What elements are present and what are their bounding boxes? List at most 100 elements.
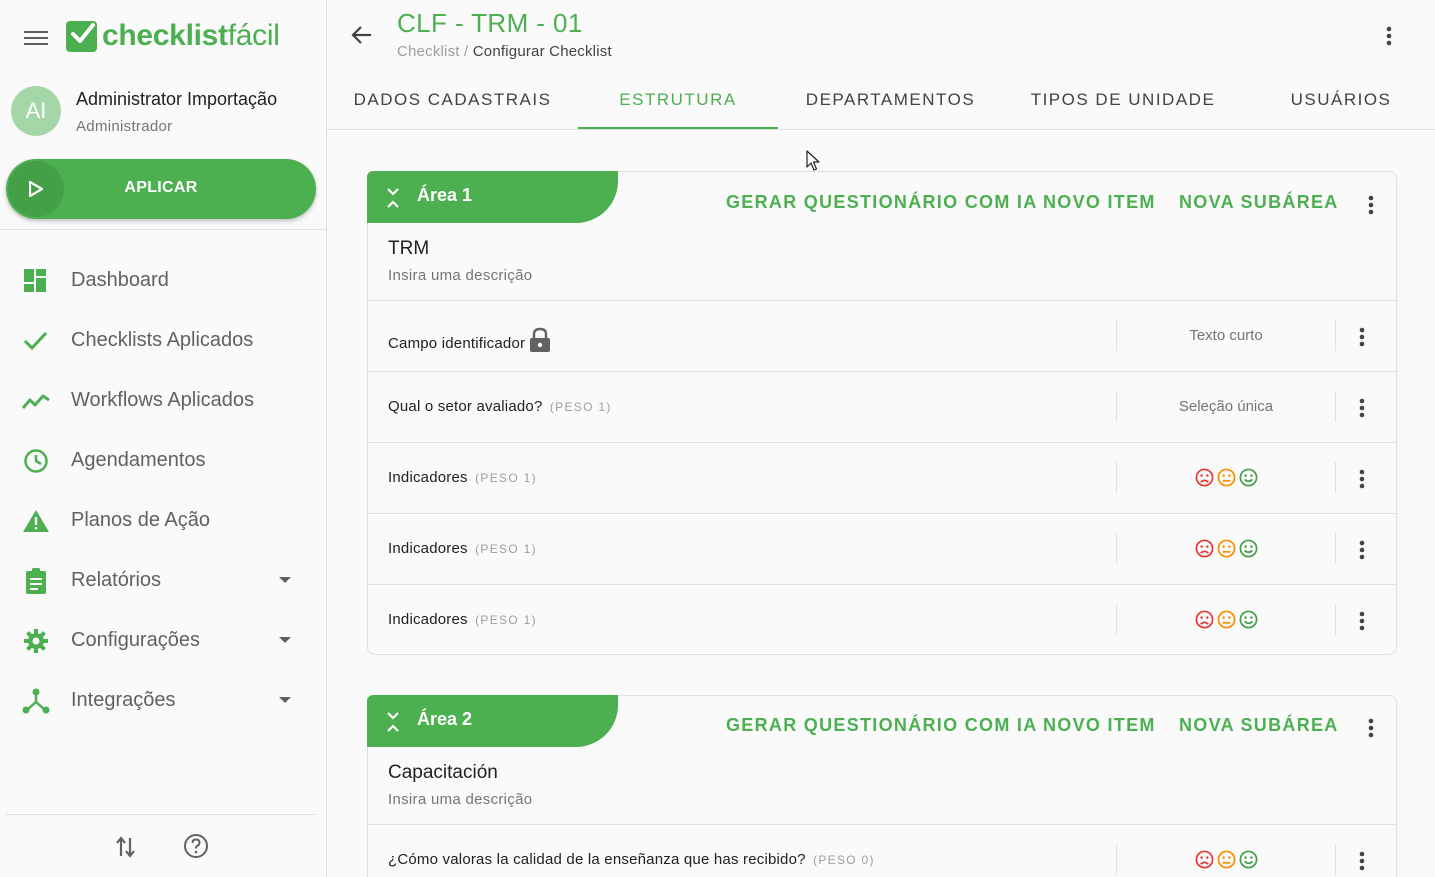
divider (6, 814, 316, 815)
sidebar-item-label: Relatórios (71, 569, 162, 591)
neutral-face-icon (1217, 468, 1235, 487)
item-weight: (PESO 1) (475, 471, 537, 485)
sidebar-item-label: Checklists Aplicados (71, 329, 254, 351)
happy-face-icon (1239, 610, 1257, 629)
area-description[interactable]: Insira uma descrição (388, 267, 532, 284)
checklist-item[interactable]: Indicadores (PESO 1) (368, 442, 1396, 513)
generate-ai-button[interactable]: GERAR QUESTIONÁRIO COM IA (726, 715, 1038, 736)
warning-icon (23, 510, 49, 532)
area-title[interactable]: Capacitación (388, 762, 498, 784)
faces-scale (1117, 539, 1335, 558)
more-vert-icon[interactable] (1352, 537, 1372, 563)
user-profile[interactable]: AI Administrator Importação Administrado… (11, 86, 311, 138)
gear-icon (24, 629, 48, 653)
logo[interactable]: checklistfácil (66, 19, 280, 53)
item-label: Qual o setor avaliado? (PESO 1) (388, 398, 612, 415)
sidebar-item-relatorios[interactable]: Relatórios (0, 550, 326, 610)
logo-check-icon (66, 20, 97, 52)
more-vert-icon[interactable] (1352, 324, 1372, 350)
sort-icon[interactable] (114, 834, 138, 860)
tab-tipos-de-unidade[interactable]: TIPOS DE UNIDADE (1003, 70, 1243, 129)
sidebar-item-configuracoes[interactable]: Configurações (0, 610, 326, 670)
sidebar-item-workflows[interactable]: Workflows Aplicados (0, 370, 326, 430)
happy-face-icon (1239, 539, 1257, 558)
sidebar-item-label: Agendamentos (71, 449, 206, 471)
sidebar-item-dashboard[interactable]: Dashboard (0, 250, 326, 310)
tab-dados-cadastrais[interactable]: DADOS CADASTRAIS (327, 70, 578, 129)
more-vert-icon[interactable] (1352, 608, 1372, 634)
divider (1335, 844, 1336, 875)
breadcrumb-separator: / (459, 43, 473, 60)
check-icon (23, 331, 48, 351)
user-name: Administrator Importação (76, 89, 278, 109)
sidebar-item-agendamentos[interactable]: Agendamentos (0, 430, 326, 490)
divider (1335, 462, 1336, 493)
chevron-down-icon (279, 577, 291, 583)
sidebar-header: checklistfácil (0, 0, 326, 75)
more-vert-icon[interactable] (1352, 848, 1372, 874)
faces-scale (1117, 850, 1335, 869)
area-name: Área 1 (417, 185, 473, 205)
sidebar-item-label: Configurações (71, 629, 200, 651)
breadcrumb-parent[interactable]: Checklist (397, 43, 460, 60)
checklist-item[interactable]: ¿Cómo valoras la calidad de la enseñanza… (368, 824, 1396, 877)
new-item-button[interactable]: NOVO ITEM (1043, 715, 1156, 736)
trending-icon (22, 394, 50, 409)
sidebar-item-label: Workflows Aplicados (71, 389, 255, 411)
user-role: Administrador (76, 118, 173, 135)
sad-face-icon (1195, 610, 1213, 629)
breadcrumb-current: Configurar Checklist (472, 43, 612, 60)
collapse-icon[interactable] (385, 186, 401, 210)
sidebar-item-label: Integrações (71, 689, 176, 711)
menu-icon[interactable] (24, 28, 48, 48)
area-description[interactable]: Insira uma descrição (388, 791, 532, 808)
sidebar-item-label: Planos de Ação (71, 509, 210, 531)
back-arrow-icon[interactable] (349, 22, 375, 48)
sidebar-item-planos[interactable]: Planos de Ação (0, 490, 326, 550)
happy-face-icon (1239, 850, 1257, 869)
divider (1335, 320, 1336, 351)
item-label: Indicadores (PESO 1) (388, 469, 537, 486)
avatar: AI (11, 86, 61, 136)
sidebar-item-label: Dashboard (71, 269, 169, 291)
sidebar: checklistfácil AI Administrator Importaç… (0, 0, 327, 877)
happy-face-icon (1239, 468, 1257, 487)
checklist-item[interactable]: Qual o setor avaliado? (PESO 1) Seleção … (368, 371, 1396, 442)
chevron-down-icon (279, 637, 291, 643)
dashboard-icon (24, 269, 46, 292)
chevron-down-icon (279, 697, 291, 703)
clock-icon (24, 449, 48, 473)
new-subarea-button[interactable]: NOVA SUBÁREA (1179, 715, 1339, 736)
area-title[interactable]: TRM (388, 238, 429, 260)
tab-estrutura[interactable]: ESTRUTURA (578, 70, 778, 129)
generate-ai-button[interactable]: GERAR QUESTIONÁRIO COM IA (726, 192, 1038, 213)
more-vert-icon[interactable] (1352, 466, 1372, 492)
new-subarea-button[interactable]: NOVA SUBÁREA (1179, 192, 1339, 213)
help-icon[interactable] (183, 833, 209, 859)
lock-icon (530, 327, 551, 352)
tab-departamentos[interactable]: DEPARTAMENTOS (778, 70, 1003, 129)
neutral-face-icon (1217, 610, 1235, 629)
item-weight: (PESO 1) (549, 400, 612, 414)
more-vert-icon[interactable] (1361, 192, 1381, 218)
item-weight: (PESO 0) (813, 853, 875, 867)
apply-button[interactable]: APLICAR (6, 159, 316, 219)
more-vert-icon[interactable] (1379, 23, 1399, 49)
area-tag[interactable]: Área 1 (367, 171, 618, 223)
checklist-item[interactable]: Indicadores (PESO 1) (368, 513, 1396, 584)
tab-usuarios[interactable]: USUÁRIOS (1243, 70, 1435, 129)
checklist-item[interactable]: Indicadores (PESO 1) (368, 584, 1396, 655)
area-tag[interactable]: Área 2 (367, 695, 618, 747)
checklist-item[interactable]: Campo identificador Texto curto (368, 300, 1396, 371)
new-item-button[interactable]: NOVO ITEM (1043, 192, 1156, 213)
sad-face-icon (1195, 539, 1213, 558)
item-label: ¿Cómo valoras la calidad de la enseñanza… (388, 851, 875, 868)
area-card: Área 1 GERAR QUESTIONÁRIO COM IA NOVO IT… (367, 171, 1397, 655)
sidebar-item-integracoes[interactable]: Integrações (0, 670, 326, 730)
collapse-icon[interactable] (385, 710, 401, 734)
sidebar-item-checklists[interactable]: Checklists Aplicados (0, 310, 326, 370)
more-vert-icon[interactable] (1352, 395, 1372, 421)
clipboard-icon (26, 568, 46, 594)
more-vert-icon[interactable] (1361, 715, 1381, 741)
page-title: CLF - TRM - 01 (397, 8, 583, 38)
